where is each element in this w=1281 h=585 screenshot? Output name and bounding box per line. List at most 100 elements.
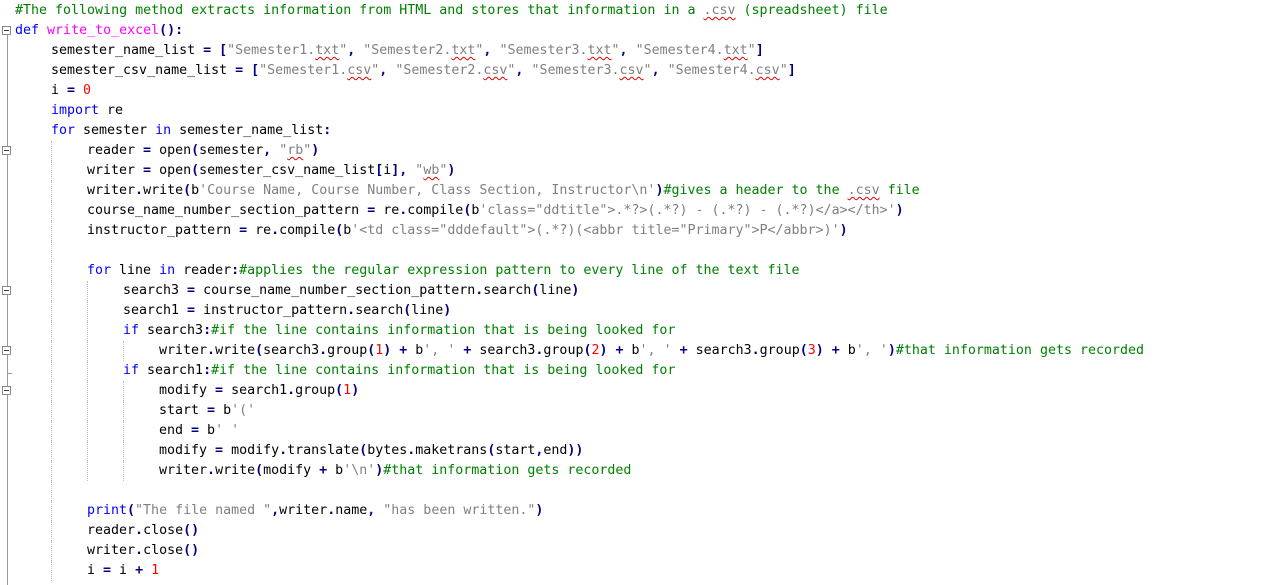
code-line[interactable]: import re — [51, 101, 123, 121]
code-token-text: semester — [199, 143, 264, 158]
code-token-keyword: def — [15, 23, 40, 38]
code-token-text: search3 — [123, 283, 188, 298]
code-token-text: b — [215, 403, 232, 418]
code-line[interactable]: if search3:#if the line contains informa… — [123, 321, 675, 341]
code-token-op: , — [271, 503, 280, 518]
code-line[interactable]: writer.write(b'Course Name, Course Numbe… — [87, 181, 920, 201]
fold-collapse-icon[interactable] — [2, 286, 11, 295]
code-token-string: "Semester4. — [667, 63, 756, 78]
code-line[interactable]: search1 = instructor_pattern.search(line… — [123, 301, 451, 321]
code-token-op: ) — [815, 343, 824, 358]
fold-collapse-icon[interactable] — [2, 386, 11, 395]
code-line[interactable]: print("The file named ",writer.name, "ha… — [87, 501, 543, 521]
code-token-op: () — [183, 523, 200, 538]
code-token-comment: #The following method extracts informati… — [15, 3, 704, 18]
code-token-text: semester_csv_name_list — [51, 63, 236, 78]
fold-end-marker — [7, 373, 12, 374]
spellcheck-flagged-token: .csv — [847, 183, 880, 198]
indent-guide — [51, 241, 52, 261]
code-line[interactable]: def write_to_excel(): — [15, 21, 183, 41]
fold-guide-line — [7, 35, 8, 585]
code-token-op: ] — [787, 63, 796, 78]
code-line[interactable]: i = 0 — [51, 81, 91, 101]
code-token-comment: #if the line contains information that i… — [211, 363, 676, 378]
code-token-op: , — [263, 143, 272, 158]
indent-guide — [51, 161, 52, 181]
code-token-text: group — [295, 383, 336, 398]
code-token-text: b — [191, 183, 200, 198]
code-token-text: semester — [75, 123, 156, 138]
code-token-string: ' ' — [215, 423, 240, 438]
code-token-text: write — [215, 463, 256, 478]
code-token-op: = — [143, 163, 152, 178]
code-token-op: = — [143, 143, 152, 158]
code-line[interactable]: start = b'(' — [159, 401, 255, 421]
spellcheck-flagged-token: wb — [423, 163, 440, 178]
fold-collapse-icon[interactable] — [2, 26, 11, 35]
code-token-op: )) — [567, 443, 584, 458]
fold-collapse-icon[interactable] — [2, 146, 11, 155]
indent-guide — [87, 441, 88, 461]
code-token-string: 'class="ddtitle">.*?>(.*?) - (.*?) - (.*… — [479, 203, 896, 218]
code-token-string: " — [611, 43, 620, 58]
code-token-keyword: if — [123, 363, 140, 378]
code-token-text: course_name_number_section_pattern — [195, 283, 476, 298]
indent-guide — [123, 381, 124, 401]
code-token-op: = — [187, 283, 196, 298]
fold-margin — [0, 0, 14, 585]
code-line[interactable]: #The following method extracts informati… — [15, 1, 888, 21]
code-token-text: reader — [175, 263, 232, 278]
code-token-number: 1 — [151, 563, 160, 578]
code-token-op: ( — [799, 343, 808, 358]
code-token-text: search3 — [263, 343, 320, 358]
code-token-string: "Semester4. — [635, 43, 724, 58]
code-token-text: line — [411, 303, 444, 318]
code-line[interactable]: if search1:#if the line contains informa… — [123, 361, 675, 381]
code-token-text: modify — [263, 463, 320, 478]
code-line[interactable]: writer.write(search3.group(1) + b', ' + … — [159, 341, 1144, 361]
code-line[interactable]: search3 = course_name_number_section_pat… — [123, 281, 579, 301]
code-token-text: write — [143, 183, 184, 198]
code-token-op: . — [347, 303, 356, 318]
code-line[interactable]: course_name_number_section_pattern = re.… — [87, 201, 904, 221]
indent-guide — [51, 501, 52, 521]
code-token-op: : — [231, 263, 240, 278]
code-token-text: bytes — [367, 443, 408, 458]
code-line[interactable]: writer = open(semester_csv_name_list[i],… — [87, 161, 455, 181]
code-editor[interactable]: #The following method extracts informati… — [0, 0, 1281, 585]
indent-guide — [87, 361, 88, 381]
indent-guide — [51, 361, 52, 381]
spellcheck-flagged-token: csv — [483, 63, 508, 78]
code-token-op: ( — [255, 343, 264, 358]
code-line[interactable]: i = i + 1 — [87, 561, 159, 581]
code-token-op: = — [215, 383, 224, 398]
code-line[interactable]: for line in reader:#applies the regular … — [87, 261, 800, 281]
code-token-string: "Semester2. — [363, 43, 452, 58]
indent-guide — [51, 281, 52, 301]
code-line[interactable]: instructor_pattern = re.compile(b'<td cl… — [87, 221, 848, 241]
code-token-string: "Semester1. — [259, 63, 348, 78]
code-line[interactable]: end = b' ' — [159, 421, 239, 441]
code-token-text: writer — [279, 503, 328, 518]
spellcheck-flagged-token: csv — [755, 63, 780, 78]
code-token-op: = — [207, 403, 216, 418]
code-line[interactable]: semester_csv_name_list = ["Semester1.csv… — [51, 61, 796, 81]
code-line[interactable]: reader.close() — [87, 521, 199, 541]
code-token-keyword: import — [51, 103, 100, 118]
code-token-comment: #if the line contains information that i… — [211, 323, 676, 338]
code-line[interactable]: reader = open(semester, "rb") — [87, 141, 319, 161]
code-token-op: ( — [255, 463, 264, 478]
code-line[interactable]: writer.write(modify + b'\n')#that inform… — [159, 461, 631, 481]
indent-guide — [87, 421, 88, 441]
fold-collapse-icon[interactable] — [2, 346, 11, 355]
code-line[interactable]: semester_name_list = ["Semester1.txt", "… — [51, 41, 764, 61]
code-line[interactable]: writer.close() — [87, 541, 199, 561]
code-line[interactable]: modify = modify.translate(bytes.maketran… — [159, 441, 583, 461]
code-token-text: end — [159, 423, 192, 438]
code-line[interactable]: modify = search1.group(1) — [159, 381, 359, 401]
code-line[interactable]: for semester in semester_name_list: — [51, 121, 331, 141]
code-token-comment: #gives a header to the — [663, 183, 848, 198]
